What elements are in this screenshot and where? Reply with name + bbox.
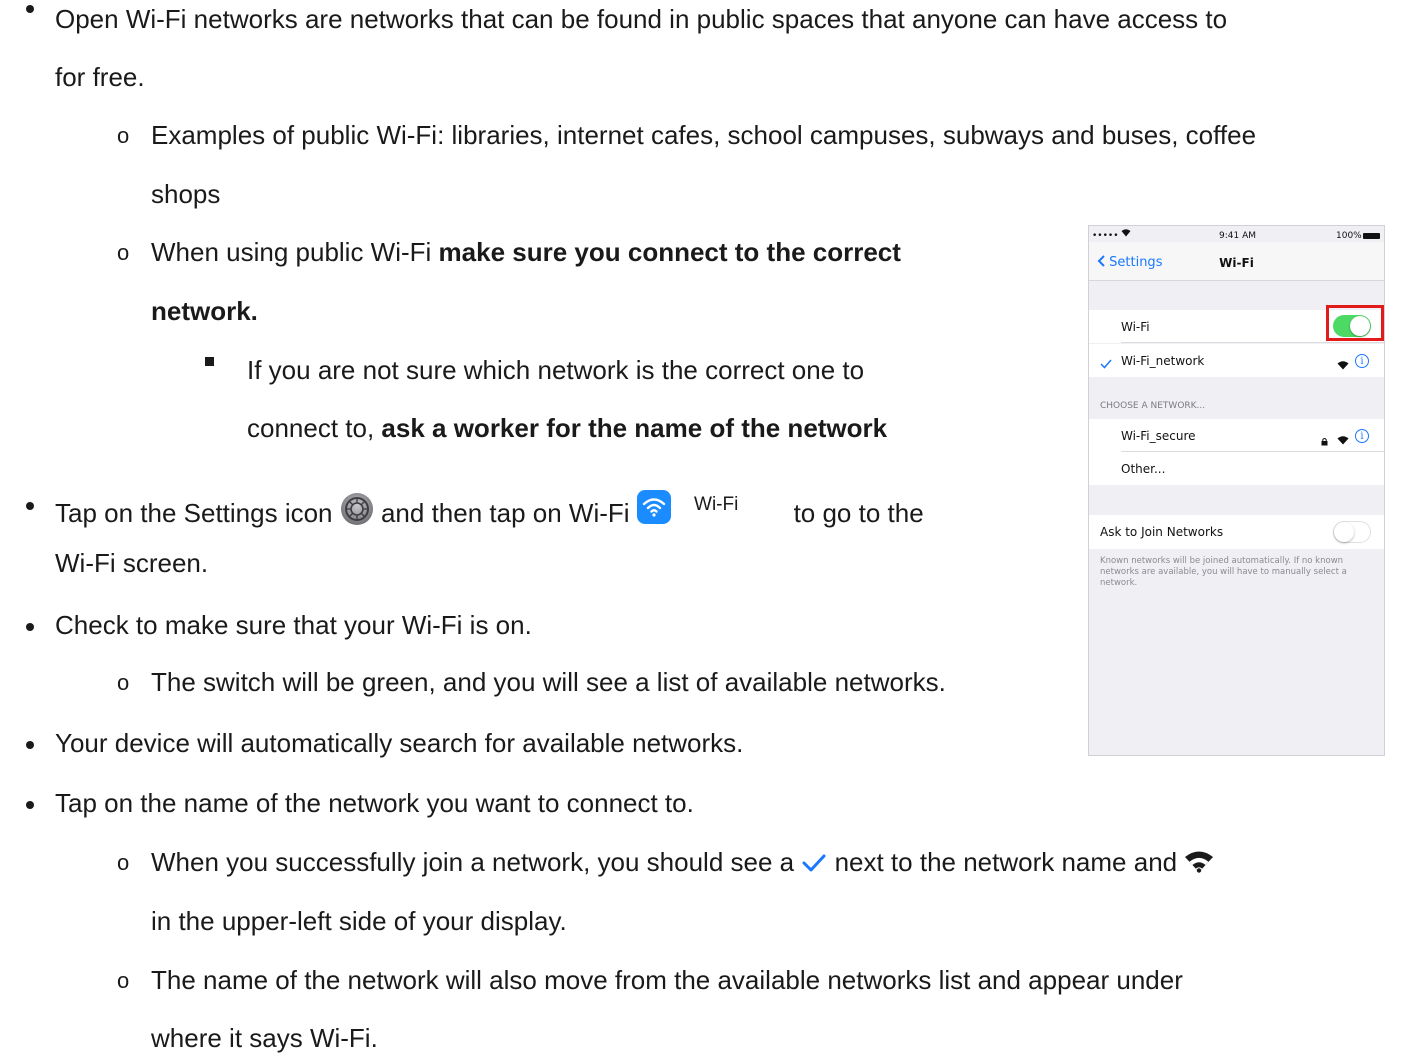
- other-network-row[interactable]: Other...: [1089, 452, 1384, 485]
- wifi-signal-icon: [1337, 430, 1349, 449]
- para-open-wifi-cont: for free.: [55, 62, 145, 92]
- other-label: Other...: [1121, 462, 1166, 476]
- info-icon[interactable]: i: [1355, 354, 1369, 368]
- status-wifi-icon: [1121, 228, 1131, 240]
- para-name-move-cont: where it says Wi-Fi.: [151, 1023, 378, 1053]
- highlight-box: [1326, 305, 1384, 341]
- para-ask-worker: If you are not sure which network is the…: [247, 355, 865, 385]
- bold-text: ask a worker for the name of the network: [381, 413, 888, 443]
- text: and then tap on Wi-Fi: [373, 498, 637, 528]
- status-bar: ••••• 9:41 AM 100%: [1089, 226, 1384, 242]
- bullet-circle: o: [117, 670, 130, 695]
- text: When using public Wi-Fi: [151, 237, 439, 267]
- signal-dots: •••••: [1092, 231, 1119, 241]
- text: to go to the: [793, 498, 924, 528]
- nav-title: Wi-Fi: [1219, 256, 1254, 270]
- para-tap-network: Tap on the name of the network you want …: [55, 788, 694, 818]
- status-time: 9:41 AM: [1219, 231, 1256, 241]
- text: next to the network name and: [827, 847, 1185, 877]
- bullet-circle: o: [117, 850, 130, 875]
- checkmark-icon: [1100, 354, 1112, 373]
- bullet-square: [205, 357, 214, 366]
- settings-gear-icon: [340, 492, 374, 526]
- para-open-wifi: Open Wi-Fi networks are networks that ca…: [55, 4, 1228, 34]
- ask-join-toggle[interactable]: [1333, 521, 1371, 543]
- ask-join-row: Ask to Join Networks: [1089, 515, 1384, 549]
- battery-percent: 100%: [1336, 231, 1362, 241]
- info-icon[interactable]: i: [1355, 429, 1369, 443]
- connected-network-row[interactable]: Wi-Fi_network i: [1089, 344, 1384, 377]
- para-check-wifi: Check to make sure that your Wi-Fi is on…: [55, 610, 532, 640]
- network-row-secure[interactable]: Wi-Fi_secure i: [1089, 419, 1384, 452]
- wifi-row-label: Wi-Fi: [1121, 320, 1150, 334]
- text: connect to,: [247, 413, 382, 443]
- divider: [1121, 342, 1384, 343]
- para-ask-worker-cont: connect to, ask a worker for the name of…: [247, 412, 887, 444]
- battery-icon: [1363, 233, 1380, 239]
- text: When you successfully join a network, yo…: [151, 847, 802, 877]
- para-successfully-join-cont: in the upper-left side of your display.: [151, 906, 567, 936]
- nav-bar: Settings Wi-Fi: [1089, 242, 1384, 281]
- toggle-knob: [1334, 522, 1354, 542]
- para-switch-green: The switch will be green, and you will s…: [151, 667, 946, 697]
- para-auto-search: Your device will automatically search fo…: [55, 728, 744, 758]
- bold-text: make sure you connect to the correct: [438, 237, 901, 267]
- lock-icon: [1321, 431, 1328, 450]
- network-name: Wi-Fi_secure: [1121, 429, 1196, 443]
- wifi-signal-icon: [1184, 849, 1214, 873]
- bold-text: network.: [151, 296, 258, 326]
- para-successfully-join: When you successfully join a network, yo…: [151, 846, 1214, 878]
- bullet-circle: o: [117, 240, 130, 265]
- network-name: Wi-Fi_network: [1121, 354, 1205, 368]
- bullet-disc: [26, 5, 34, 13]
- bullet-disc: [26, 801, 34, 809]
- ask-join-label: Ask to Join Networks: [1100, 525, 1224, 539]
- bullet-disc: [26, 741, 34, 749]
- wifi-app-icon: [636, 490, 671, 524]
- para-tap-settings: Tap on the Settings icon and then tap on…: [55, 489, 924, 529]
- text: Tap on the Settings icon: [55, 498, 340, 528]
- bullet-disc: [26, 502, 34, 510]
- para-correct-network: When using public Wi-Fi make sure you co…: [151, 236, 901, 268]
- para-name-move: The name of the network will also move f…: [151, 965, 1183, 995]
- para-examples: Examples of public Wi-Fi: libraries, int…: [151, 120, 1257, 150]
- wifi-label: Wi-Fi: [694, 494, 739, 515]
- section-header: CHOOSE A NETWORK...: [1100, 401, 1206, 411]
- wifi-signal-icon: [1337, 355, 1349, 374]
- para-tap-settings-cont: Wi-Fi screen.: [55, 548, 209, 578]
- bullet-disc: [26, 623, 34, 631]
- footer-note: Known networks will be joined automatica…: [1100, 556, 1347, 588]
- bullet-circle: o: [117, 968, 130, 993]
- bullet-circle: o: [117, 123, 130, 148]
- para-correct-network-cont: network.: [151, 295, 258, 327]
- checkmark-icon: [801, 849, 827, 872]
- para-examples-cont: shops: [151, 179, 221, 209]
